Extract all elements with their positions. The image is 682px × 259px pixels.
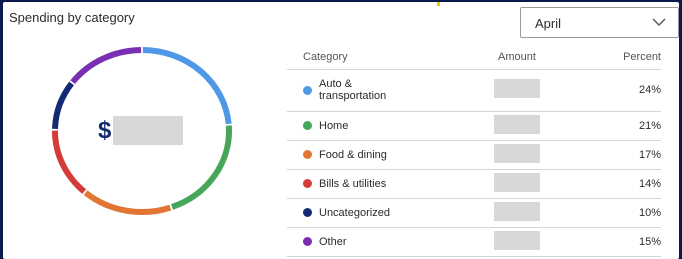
category-cell: Bills & utilities	[287, 169, 462, 199]
table-row[interactable]: Home 21%	[287, 111, 661, 141]
category-color-dot	[303, 237, 312, 246]
header-amount: Amount	[462, 46, 572, 70]
amount-cell	[462, 227, 572, 257]
category-cell: Food & dining	[287, 140, 462, 170]
percent-cell: 24%	[572, 69, 661, 112]
category-label: Other	[319, 235, 347, 248]
category-label: Bills & utilities	[319, 177, 387, 190]
category-cell: Other	[287, 227, 462, 257]
category-cell: Home	[287, 111, 462, 141]
category-label: Auto & transportation	[319, 78, 387, 102]
percent-cell: 10%	[572, 198, 661, 228]
donut-segment	[52, 81, 74, 130]
top-accent-marker	[437, 2, 440, 6]
chevron-down-icon	[652, 18, 666, 26]
table-row[interactable]: Other 15%	[287, 227, 661, 257]
category-cell: Uncategorized	[287, 198, 462, 228]
amount-redacted	[494, 230, 540, 250]
table-row[interactable]: Auto & transportation 24%	[287, 69, 661, 112]
category-table: Category Amount Percent Auto & transport…	[287, 46, 661, 257]
table-header-row: Category Amount Percent	[287, 46, 661, 70]
category-label: Food & dining	[319, 148, 387, 161]
percent-cell: 14%	[572, 169, 661, 199]
amount-cell	[462, 111, 572, 141]
amount-cell	[462, 140, 572, 170]
category-label: Home	[319, 119, 349, 132]
category-cell: Auto & transportation	[287, 69, 462, 112]
amount-redacted	[494, 172, 540, 192]
category-color-dot	[303, 121, 312, 130]
spending-card: Spending by category April $ Category Am…	[3, 2, 679, 259]
total-spending: $	[98, 116, 184, 145]
amount-cell	[462, 198, 572, 228]
donut-segment	[142, 47, 232, 125]
percent-cell: 17%	[572, 140, 661, 170]
donut-segment	[52, 130, 87, 194]
amount-redacted	[494, 201, 540, 221]
month-select-value: April	[535, 16, 562, 31]
month-select[interactable]: April	[520, 7, 679, 38]
category-color-dot	[303, 150, 312, 159]
donut-segment	[70, 47, 142, 85]
total-amount-redacted	[113, 116, 184, 145]
header-category: Category	[287, 46, 462, 70]
category-label: Uncategorized	[319, 206, 390, 219]
amount-redacted	[494, 114, 540, 134]
amount-redacted	[494, 143, 540, 163]
donut-segment	[83, 190, 172, 215]
table-row[interactable]: Uncategorized 10%	[287, 198, 661, 228]
amount-redacted	[494, 79, 540, 98]
table-row[interactable]: Food & dining 17%	[287, 140, 661, 170]
category-color-dot	[303, 179, 312, 188]
header-percent: Percent	[572, 46, 661, 70]
amount-cell	[462, 169, 572, 199]
currency-symbol: $	[98, 116, 112, 144]
category-color-dot	[303, 208, 312, 217]
amount-cell	[462, 69, 572, 112]
table-row[interactable]: Bills & utilities 14%	[287, 169, 661, 199]
percent-cell: 15%	[572, 227, 661, 257]
card-title: Spending by category	[9, 10, 135, 25]
percent-cell: 21%	[572, 111, 661, 141]
category-color-dot	[303, 85, 312, 95]
